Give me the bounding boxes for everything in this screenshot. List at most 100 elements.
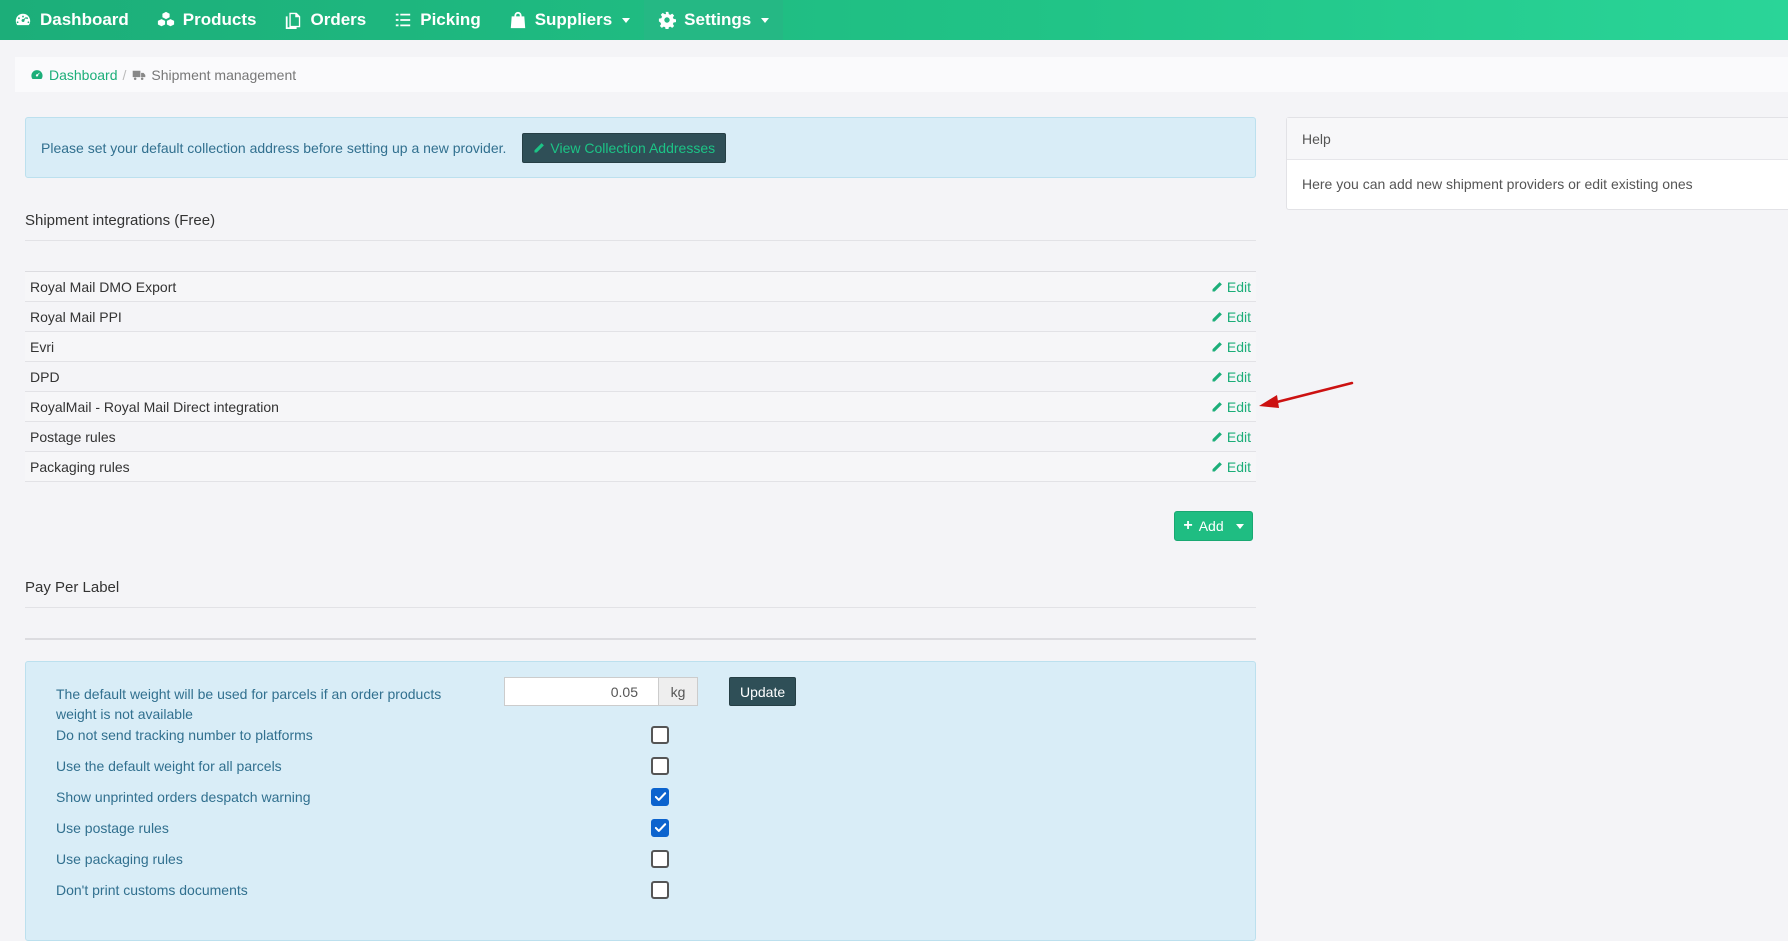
edit-link[interactable]: Edit	[1211, 279, 1251, 295]
update-button[interactable]: Update	[729, 677, 797, 706]
pay-per-label-title: Pay Per Label	[25, 579, 120, 596]
breadcrumb-dashboard[interactable]: Dashboard	[30, 67, 118, 83]
edit-label: Edit	[1226, 338, 1251, 355]
plus-icon: +	[1183, 517, 1193, 534]
option-row: Use postage rules	[56, 812, 706, 843]
nav-products[interactable]: Products	[143, 0, 271, 40]
section-divider	[25, 240, 1256, 241]
edit-link[interactable]: Edit	[1211, 369, 1251, 385]
packaging-rules-checkbox[interactable]	[651, 849, 669, 868]
alert-text: Please set your default collection addre…	[41, 139, 507, 156]
nav-dashboard-label: Dashboard	[40, 10, 129, 29]
gear-icon	[659, 11, 677, 29]
chevron-down-icon	[761, 17, 770, 23]
edit-label: Edit	[1226, 278, 1251, 295]
option-row: Use the default weight for all parcels	[56, 750, 706, 781]
edit-link[interactable]: Edit	[1211, 339, 1251, 355]
edit-label: Edit	[1226, 308, 1251, 325]
list-icon	[396, 13, 411, 27]
pencil-icon	[1212, 371, 1222, 381]
nav-orders-label: Orders	[310, 10, 367, 29]
pencil-icon	[1212, 341, 1222, 351]
default-weight-all-checkbox[interactable]	[651, 756, 669, 775]
edit-label: Edit	[1226, 458, 1251, 475]
integration-name: Royal Mail PPI	[30, 308, 122, 325]
customs-documents-checkbox[interactable]	[651, 880, 669, 899]
default-weight-input[interactable]	[504, 677, 658, 706]
table-row: RoyalMail - Royal Mail Direct integratio…	[25, 392, 1256, 422]
add-label: Add	[1198, 518, 1224, 534]
despatch-warning-checkbox[interactable]	[651, 787, 669, 806]
option-row: Show unprinted orders despatch warning	[56, 781, 706, 812]
pencil-icon	[1212, 281, 1222, 291]
table-row: Postage rules Edit	[25, 422, 1256, 452]
pencil-icon	[1212, 461, 1222, 471]
edit-link[interactable]: Edit	[1211, 429, 1251, 445]
no-tracking-checkbox[interactable]	[651, 725, 669, 744]
default-weight-label: The default weight will be used for parc…	[56, 686, 442, 722]
collection-address-alert: Please set your default collection addre…	[25, 117, 1256, 178]
edit-label: Edit	[1226, 368, 1251, 385]
nav-suppliers[interactable]: Suppliers	[495, 0, 644, 40]
nav-products-label: Products	[182, 10, 257, 29]
pencil-icon	[534, 142, 545, 152]
integration-name: Evri	[30, 338, 55, 355]
chevron-down-icon	[622, 17, 631, 23]
shipment-integrations-title: Shipment integrations (Free)	[25, 212, 216, 229]
option-label: Don't print customs documents	[56, 881, 248, 898]
breadcrumb-separator: /	[122, 66, 127, 83]
table-row: Evri Edit	[25, 332, 1256, 362]
nav-picking-label: Picking	[420, 10, 481, 29]
edit-label: Edit	[1226, 398, 1251, 415]
pencil-icon	[1212, 431, 1222, 441]
nav-picking[interactable]: Picking	[380, 0, 494, 40]
shopping-bag-icon	[510, 11, 525, 29]
checkmark-icon	[654, 823, 666, 832]
integration-name: Royal Mail DMO Export	[30, 278, 177, 295]
integration-name: RoyalMail - Royal Mail Direct integratio…	[30, 398, 279, 415]
cubes-icon	[157, 11, 174, 27]
dashboard-icon	[15, 13, 31, 26]
breadcrumb-dashboard-label: Dashboard	[49, 66, 118, 83]
section-divider	[25, 607, 1256, 608]
nav-settings[interactable]: Settings	[644, 0, 784, 40]
help-body: Here you can add new shipment providers …	[1302, 176, 1693, 192]
truck-icon	[133, 70, 146, 80]
table-row: Packaging rules Edit	[25, 452, 1256, 482]
table-row: Royal Mail DMO Export Edit	[25, 272, 1256, 302]
integration-name: Postage rules	[30, 428, 116, 445]
edit-link[interactable]: Edit	[1211, 309, 1251, 325]
pencil-icon	[1212, 311, 1222, 321]
table-row: DPD Edit	[25, 362, 1256, 392]
pencil-icon	[1212, 401, 1222, 411]
shipment-settings-panel: The default weight will be used for parc…	[25, 661, 1256, 941]
weight-unit-addon: kg	[658, 677, 698, 706]
view-collection-addresses-button[interactable]: View Collection Addresses	[522, 132, 727, 163]
option-label: Show unprinted orders despatch warning	[56, 788, 311, 805]
breadcrumb: Dashboard / Shipment management	[15, 57, 1788, 92]
breadcrumb-current-label: Shipment management	[151, 66, 297, 83]
option-label: Use packaging rules	[56, 850, 183, 867]
integration-name: Packaging rules	[30, 458, 130, 475]
option-row: Do not send tracking number to platforms	[56, 719, 706, 750]
breadcrumb-current: Shipment management	[132, 67, 296, 83]
orders-icon	[286, 12, 301, 29]
nav-dashboard[interactable]: Dashboard	[0, 0, 143, 40]
edit-link[interactable]: Edit	[1211, 399, 1251, 415]
nav-orders[interactable]: Orders	[270, 0, 380, 40]
help-title: Help	[1287, 118, 1788, 160]
edit-link[interactable]: Edit	[1211, 459, 1251, 475]
section-divider	[25, 638, 1256, 640]
option-label: Use the default weight for all parcels	[56, 757, 282, 774]
postage-rules-checkbox[interactable]	[651, 818, 669, 837]
integration-name: DPD	[30, 368, 60, 385]
edit-label: Edit	[1226, 428, 1251, 445]
add-integration-button[interactable]: + Add	[1174, 511, 1253, 541]
annotation-arrow-icon	[1259, 381, 1354, 408]
nav-suppliers-label: Suppliers	[534, 10, 613, 29]
top-navbar: Dashboard Products Orders Picking Suppli…	[0, 0, 1788, 40]
integrations-table: Royal Mail DMO Export Edit Royal Mail PP…	[25, 272, 1256, 482]
table-row: Royal Mail PPI Edit	[25, 302, 1256, 332]
help-panel: Help Here you can add new shipment provi…	[1286, 117, 1788, 210]
option-label: Use postage rules	[56, 819, 169, 836]
